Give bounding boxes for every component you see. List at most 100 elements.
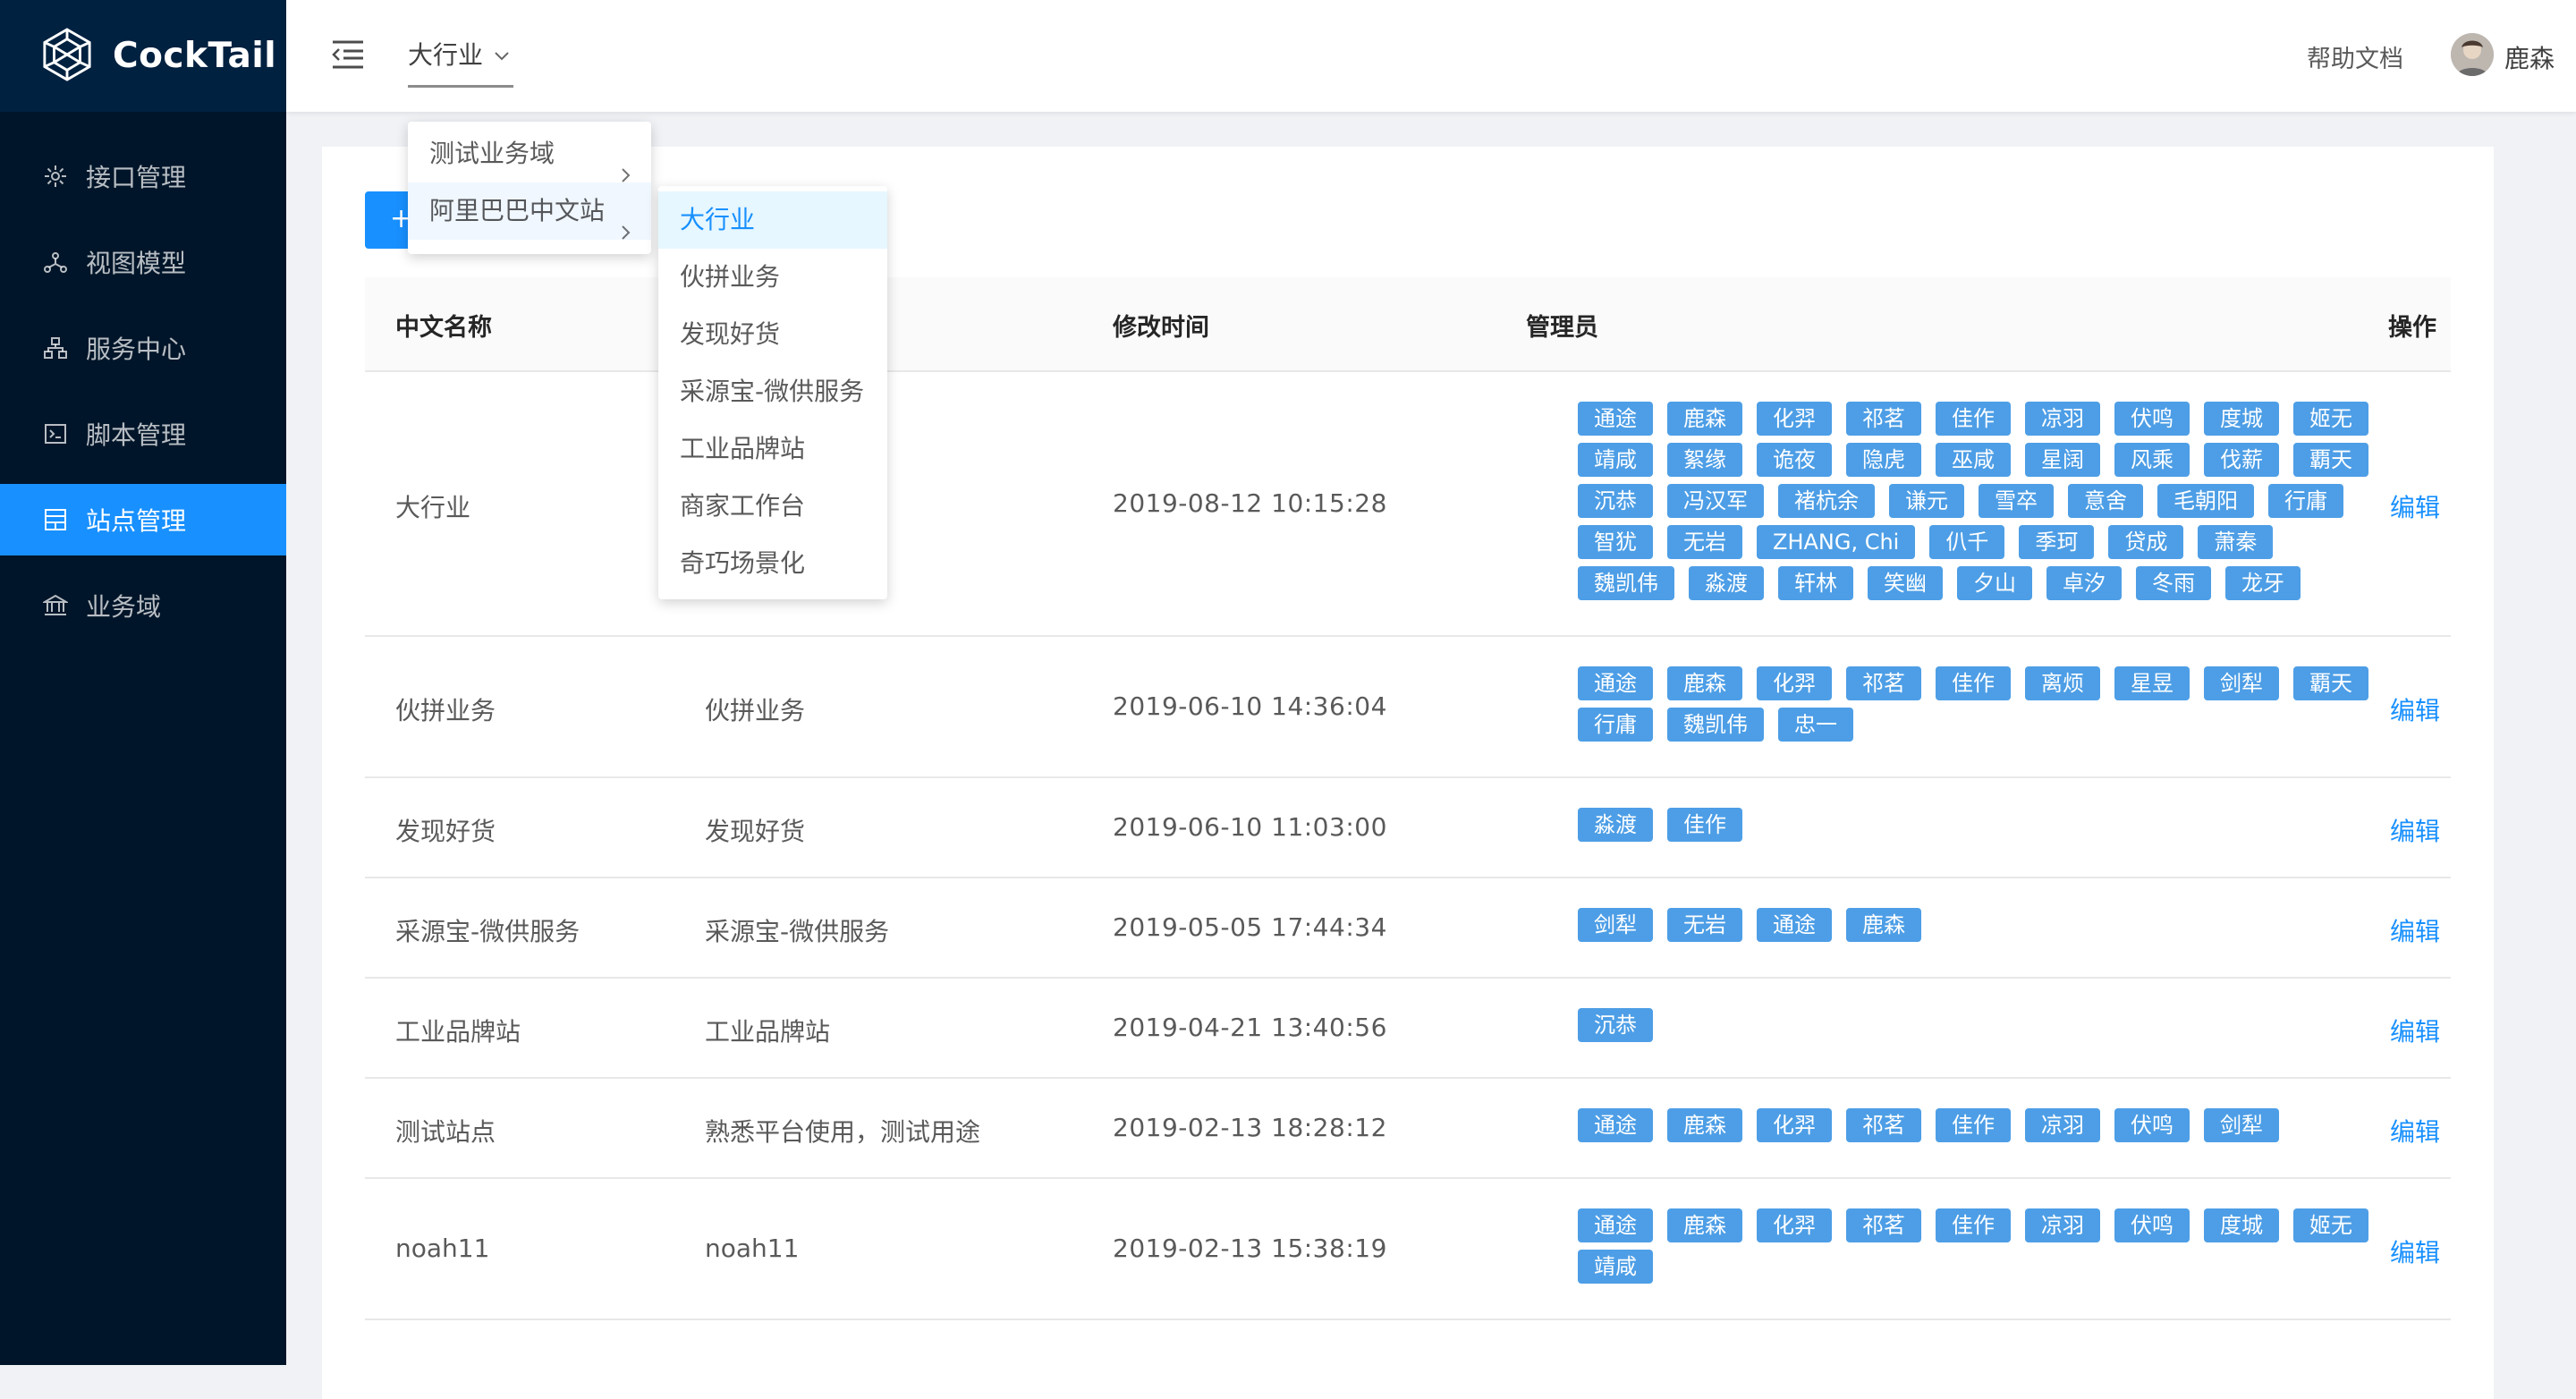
logo[interactable]: CockTail [0,0,286,112]
sidebar-item-view-model[interactable]: 视图模型 [0,226,286,298]
gear-icon [43,164,68,189]
admin-tag: 忠一 [1778,708,1853,742]
sidebar-menu: 接口管理 视图模型 服务中心 脚本管理 站点管理 业务域 [0,140,286,641]
modified-time-cell: 2019-06-10 14:36:04 [1113,691,1387,721]
admin-tag: 沉恭 [1578,1008,1653,1042]
admin-tag: 意舍 [2068,484,2143,518]
edit-link[interactable]: 编辑 [2390,488,2440,524]
cascader-option[interactable]: 商家工作台 [658,478,887,535]
admin-tag: 祁茗 [1846,402,1921,436]
modified-time-cell: 2019-04-21 13:40:56 [1113,1013,1387,1042]
sidebar-item-api[interactable]: 接口管理 [0,140,286,212]
chevron-right-icon [621,147,631,182]
edit-link[interactable]: 编辑 [2390,1234,2440,1269]
admin-tag: 行庸 [2268,484,2343,518]
admin-tag: 剑犁 [2204,666,2279,700]
table-row: 工业品牌站 工业品牌站 2019-04-21 13:40:56 沉恭 编辑 [365,979,2451,1079]
admin-tag: 魏凯伟 [1667,708,1764,742]
sidebar-item-label: 服务中心 [86,335,187,364]
cascader-option[interactable]: 发现好货 [658,306,887,363]
edit-link[interactable]: 编辑 [2390,1113,2440,1149]
help-docs-link[interactable]: 帮助文档 [2307,39,2403,74]
admin-tag: 祁茗 [1846,1208,1921,1242]
admin-tag: 佳作 [1936,1108,2011,1142]
admin-tag: 伏鸣 [2114,402,2190,436]
site-name-cell: noah11 [395,1234,490,1263]
admin-tag: 淼渡 [1689,566,1764,600]
admin-tag: 剑犁 [1578,908,1653,942]
column-header-admin: 管理员 [1526,314,1598,342]
sidebar-item-business-domain[interactable]: 业务域 [0,570,286,641]
table-row: 测试站点 熟悉平台使用，测试用途 2019-02-13 18:28:12 通途 鹿森 化羿… [365,1079,2451,1179]
admin-tag: 通途 [1757,908,1832,942]
avatar[interactable] [2451,33,2494,76]
domain-select-value: 大行业 [408,40,484,70]
modified-time-cell: 2019-05-05 17:44:34 [1113,912,1387,942]
admin-tag: 化羿 [1757,1108,1832,1142]
sidebar-item-label: 视图模型 [86,249,187,278]
admin-tag: 覇天 [2293,443,2368,477]
site-name-cell: 工业品牌站 [395,1017,521,1047]
admin-tag: 仈千 [1929,525,2005,559]
sidebar-item-service-center[interactable]: 服务中心 [0,312,286,384]
admin-tag: 鹿森 [1667,1208,1742,1242]
bank-icon [43,593,68,618]
site-desc-cell: 采源宝-微供服务 [705,917,890,946]
chevron-down-icon [494,48,510,61]
cascader-option[interactable]: 采源宝-微供服务 [658,363,887,420]
admin-tag: 无岩 [1667,908,1742,942]
edit-link[interactable]: 编辑 [2390,912,2440,948]
admin-tag: 轩林 [1778,566,1853,600]
admin-tag: 絮缘 [1667,443,1742,477]
admin-tag: 化羿 [1757,666,1832,700]
admin-tag: 祁茗 [1846,1108,1921,1142]
admin-tags: 通途 鹿森 化羿 祁茗 佳作 凉羽 伏鸣 度城 姬无 靖咸 [1578,1179,2383,1320]
sidebar-item-label: 脚本管理 [86,420,187,450]
edit-link[interactable]: 编辑 [2390,691,2440,727]
admin-tag: 夕山 [1957,566,2032,600]
menu-fold-icon[interactable] [331,39,365,70]
admin-tag: 谦元 [1889,484,1964,518]
admin-tag: 伐薪 [2204,443,2279,477]
table-row: 采源宝-微供服务 采源宝-微供服务 2019-05-05 17:44:34 剑犁 无岩通… [365,878,2451,979]
cascader-option[interactable]: 大行业 [658,191,887,249]
admin-tag: 通途 [1578,1108,1653,1142]
domain-select[interactable]: 大行业 [408,36,514,88]
modified-time-cell: 2019-08-12 10:15:28 [1113,488,1387,518]
app-name: CockTail [113,36,277,76]
sidebar-item-label: 站点管理 [86,506,187,536]
admin-tag: 佳作 [1936,666,2011,700]
admin-tag: 靖咸 [1578,1250,1653,1284]
table-row: noah11 noah11 2019-02-13 15:38:19 通途 鹿森 化羿 祁茗佳… [365,1179,2451,1320]
admin-tags: 沉恭 [1578,979,2383,1079]
admin-tag: 剑犁 [2204,1108,2279,1142]
site-desc-cell: 伙拼业务 [705,696,806,725]
modified-time-cell: 2019-02-13 18:28:12 [1113,1113,1387,1142]
table-row: 发现好货 发现好货 2019-06-10 11:03:00 淼渡 佳作 编辑 [365,778,2451,878]
cascader-option[interactable]: 工业品牌站 [658,420,887,478]
cascader-option[interactable]: 奇巧场景化 [658,535,887,592]
admin-tag: 通途 [1578,1208,1653,1242]
cascader-option-test-domain[interactable]: 测试业务域 [408,125,651,182]
user-name[interactable]: 鹿森 [2504,39,2555,75]
cascader-option[interactable]: 伙拼业务 [658,249,887,306]
sidebar-item-label: 业务域 [86,592,162,622]
column-header-action: 操作 [2388,314,2436,342]
admin-tag: 鹿森 [1846,908,1921,942]
admin-tag: 星昱 [2114,666,2190,700]
admin-tag: ZHANG, Chi [1757,525,1916,559]
admin-tags: 剑犁 无岩 通途 鹿森 [1578,878,2383,979]
admin-tag: 化羿 [1757,402,1832,436]
header: 大行业 帮助文档 鹿森 [286,0,2576,112]
cascader-option-alibaba[interactable]: 阿里巴巴中文站 [408,182,651,240]
admin-tag: 伏鸣 [2114,1208,2190,1242]
cocktail-logo-icon [41,27,93,86]
edit-link[interactable]: 编辑 [2390,812,2440,848]
sidebar-item-site[interactable]: 站点管理 [0,484,286,555]
admin-tag: 魏凯伟 [1578,566,1674,600]
sidebar-item-script[interactable]: 脚本管理 [0,398,286,470]
edit-link[interactable]: 编辑 [2390,1013,2440,1048]
admin-tag: 星阔 [2025,443,2100,477]
admin-tag: 冯汉军 [1667,484,1764,518]
column-header-name: 中文名称 [395,314,492,342]
